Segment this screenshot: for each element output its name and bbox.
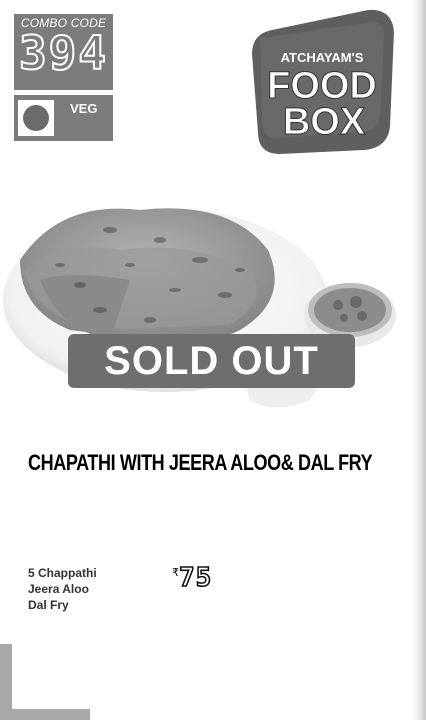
veg-indicator: VEG: [14, 95, 113, 141]
sold-out-badge: SOLD OUT: [68, 334, 355, 388]
combo-items-list: 5 Chappathi Jeera Aloo Dal Fry: [28, 565, 97, 613]
combo-code-number: 394: [18, 26, 109, 80]
food-box-logo: ATCHAYAM'S FOOD BOX: [252, 9, 394, 154]
right-edge-shadow: [412, 0, 426, 720]
veg-label: VEG: [70, 101, 98, 116]
combo-code-box: COMBO CODE 394: [14, 14, 113, 90]
price: ₹75: [172, 562, 213, 594]
product-title: CHAPATHI WITH JEERA ALOO& DAL FRY: [28, 450, 373, 475]
price-amount: 75: [178, 562, 213, 594]
logo-text-box: BOX: [283, 101, 366, 143]
list-item: Jeera Aloo: [28, 582, 89, 596]
logo-text-atchayams: ATCHAYAM'S: [281, 50, 364, 65]
veg-dot-icon: [18, 100, 54, 136]
currency-symbol: ₹: [172, 567, 179, 579]
list-item: 5 Chappathi: [28, 566, 97, 580]
list-item: Dal Fry: [28, 598, 69, 612]
corner-bracket-horizontal: [0, 709, 90, 720]
